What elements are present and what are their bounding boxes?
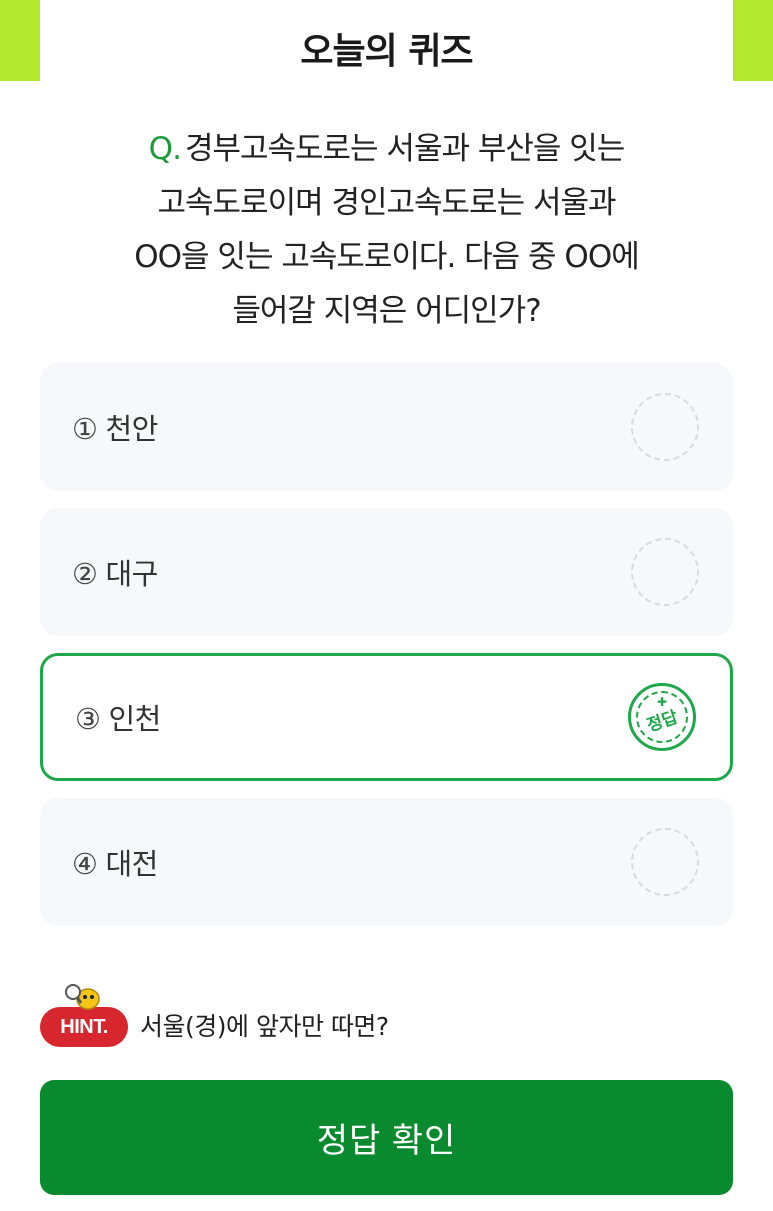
title-wrap: 오늘의 퀴즈: [40, 28, 733, 76]
question-line-4: 들어갈 지역은 어디인가?: [232, 293, 541, 329]
question-line-2: 고속도로이며 경인고속도로는 서울과: [157, 185, 616, 221]
mascot-magnifier-icon: [65, 984, 100, 1010]
hint-badge: HINT.: [40, 984, 128, 1047]
option-2-label-wrap: ② 대구: [72, 551, 158, 593]
option-2[interactable]: ② 대구: [40, 508, 733, 636]
option-1[interactable]: ① 천안: [40, 363, 733, 491]
option-4-number: ④: [72, 847, 98, 881]
option-4-radio[interactable]: [631, 828, 699, 896]
question-line-3: OO을 잇는 고속도로이다. 다음 중 OO에: [134, 239, 640, 275]
option-1-number: ①: [72, 412, 98, 446]
option-3-label: 인천: [108, 702, 162, 736]
option-2-label: 대구: [105, 557, 159, 591]
option-1-label-wrap: ① 천안: [72, 406, 158, 448]
correct-stamp-icon: ✚ 정답: [628, 683, 696, 751]
question-line-1: 경부고속도로는 서울과 부산을 잇는: [184, 131, 625, 167]
option-4-label-wrap: ④ 대전: [72, 841, 158, 883]
page-title: 오늘의 퀴즈: [294, 28, 479, 76]
option-1-radio[interactable]: [631, 393, 699, 461]
left-accent-bar: [0, 0, 40, 81]
right-accent-bar: [733, 0, 773, 81]
correct-stamp-text: 정답: [644, 707, 681, 736]
hint-row: HINT. 서울(경)에 앞자만 따면?: [40, 984, 733, 1051]
option-3-label-wrap: ③ 인천: [75, 696, 161, 738]
option-2-radio[interactable]: [631, 538, 699, 606]
option-3[interactable]: ③ 인천 ✚ 정답: [40, 653, 733, 781]
hint-text: 서울(경)에 앞자만 따면?: [140, 1012, 389, 1041]
option-4[interactable]: ④ 대전: [40, 798, 733, 926]
question-text: Q. 경부고속도로는 서울과 부산을 잇는 고속도로이며 경인고속도로는 서울과 …: [80, 122, 693, 338]
confirm-answer-button[interactable]: 정답 확인: [40, 1080, 733, 1195]
option-4-label: 대전: [105, 847, 159, 881]
quiz-card: 오늘의 퀴즈 Q. 경부고속도로는 서울과 부산을 잇는 고속도로이며 경인고속도…: [40, 0, 733, 1211]
option-3-number: ③: [75, 702, 101, 736]
quiz-page: 오늘의 퀴즈 Q. 경부고속도로는 서울과 부산을 잇는 고속도로이며 경인고속도…: [0, 0, 773, 1211]
question-prefix: Q.: [148, 131, 182, 167]
option-2-number: ②: [72, 557, 98, 591]
option-1-label: 천안: [105, 412, 159, 446]
page-title-text: 오늘의 퀴즈: [300, 31, 473, 72]
hint-badge-label: HINT.: [60, 1015, 108, 1038]
